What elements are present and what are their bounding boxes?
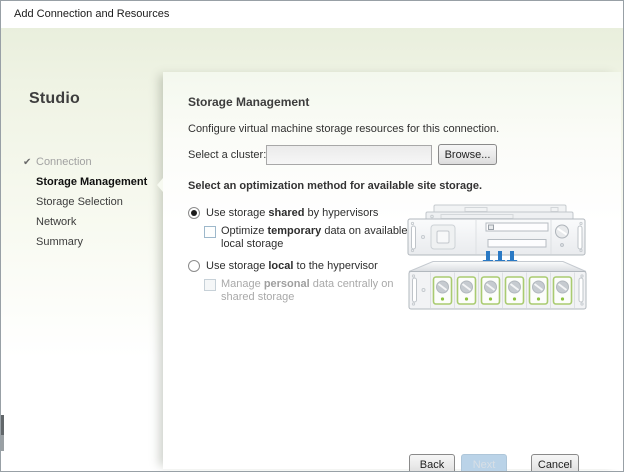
sidebar-step-summary: Summary	[23, 236, 147, 256]
storage-array-icon	[409, 262, 586, 310]
sidebar-step-label: Network	[36, 216, 76, 229]
cancel-button[interactable]: Cancel	[531, 454, 579, 472]
page-title: Storage Management	[188, 95, 309, 109]
hypervisor-server-icon	[408, 205, 585, 255]
add-connection-wizard-window: Add Connection and Resources Studio ✔ Co…	[0, 0, 624, 472]
sidebar-step-label: Connection	[36, 156, 92, 169]
optimization-heading: Select an optimization method for availa…	[188, 180, 482, 192]
wizard-body: Studio ✔ Connection Storage Management S…	[1, 28, 623, 471]
radio-use-shared-storage-label[interactable]: Use storage shared by hypervisors	[206, 207, 378, 220]
sidebar-step-connection[interactable]: ✔ Connection	[23, 156, 147, 176]
back-button[interactable]: Back	[409, 454, 455, 472]
sidebar-step-storage-management[interactable]: Storage Management	[23, 176, 147, 196]
next-button[interactable]: Next	[461, 454, 507, 472]
radio-use-shared-storage[interactable]	[188, 207, 200, 219]
checkbox-manage-personal-label: Manage personal data centrally on shared…	[221, 278, 393, 304]
sidebar-step-storage-selection: Storage Selection	[23, 196, 147, 216]
check-icon: ✔	[23, 156, 36, 169]
window-edge-artifact	[1, 415, 4, 451]
titlebar: Add Connection and Resources	[1, 1, 623, 28]
checkbox-optimize-temporary-label[interactable]: Optimize temporary data on available loc…	[221, 225, 408, 251]
checkbox-manage-personal	[204, 279, 216, 291]
sidebar-step-network: Network	[23, 216, 147, 236]
radio-use-local-storage-label[interactable]: Use storage local to the hypervisor	[206, 260, 378, 273]
radio-use-local-storage[interactable]	[188, 260, 200, 272]
checkbox-optimize-temporary[interactable]	[204, 226, 216, 238]
intro-text: Configure virtual machine storage resour…	[188, 123, 499, 135]
browse-button[interactable]: Browse...	[438, 144, 497, 165]
sidebar-step-label: Summary	[36, 236, 83, 249]
window-title: Add Connection and Resources	[14, 8, 169, 20]
sidebar-step-label: Storage Selection	[36, 196, 123, 209]
wizard-steps: ✔ Connection Storage Management Storage …	[23, 156, 147, 256]
storage-illustration	[401, 198, 591, 333]
cluster-label: Select a cluster:	[188, 149, 266, 161]
sidebar-step-label: Storage Management	[36, 176, 147, 189]
studio-logo: Studio	[29, 90, 80, 108]
cluster-input[interactable]	[266, 145, 432, 165]
